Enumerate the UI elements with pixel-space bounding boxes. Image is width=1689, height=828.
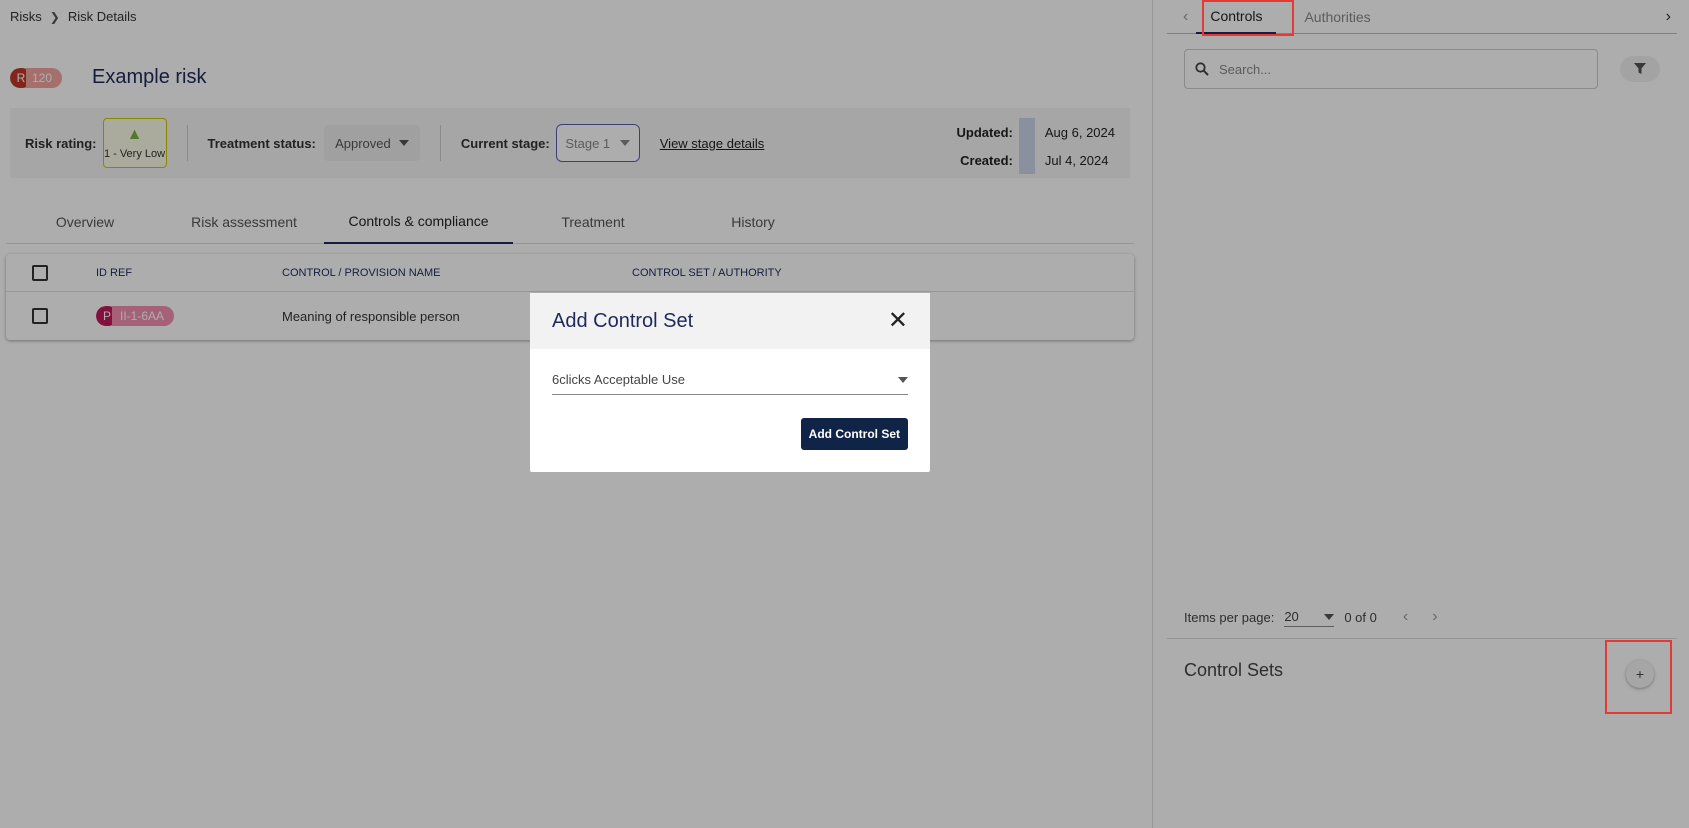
highlight-box [1605,640,1672,714]
dialog-header: Add Control Set ✕ [530,293,930,349]
dialog-title: Add Control Set [552,309,694,332]
caret-down-icon [898,376,908,383]
add-control-set-dialog: Add Control Set ✕ 6clicks Acceptable Use… [530,293,930,472]
add-control-set-submit[interactable]: Add Control Set [800,418,908,450]
close-icon[interactable]: ✕ [888,309,908,333]
highlight-box [1202,0,1294,36]
control-set-select[interactable]: 6clicks Acceptable Use [552,365,908,395]
